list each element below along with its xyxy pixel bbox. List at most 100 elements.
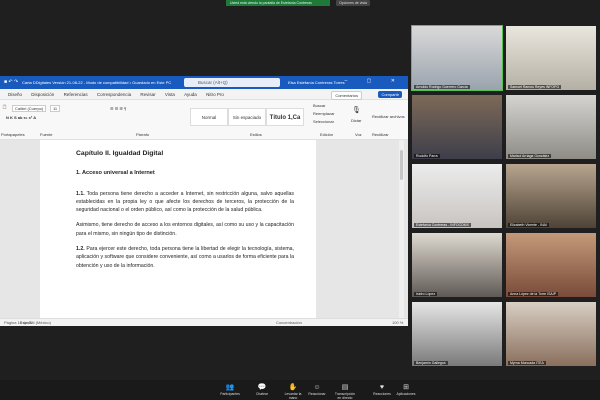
transcription-label: Transcripción en directo [334,392,356,400]
participant-tile[interactable]: Isidro López [411,232,503,298]
style-normal[interactable]: Normal [190,108,228,126]
chat-button[interactable]: 💬 Chatear [250,383,274,396]
style-sin-espaciado[interactable]: Sin espaciado [228,108,266,126]
scroll-thumb[interactable] [400,150,403,180]
save-icon[interactable]: ■ ↶ ↷ [4,79,18,85]
participant-name: Samuel Ramos Reyes INFOPO [508,85,562,89]
word-menu: Diseño Disposición Referencias Correspon… [0,89,408,100]
comments-button[interactable]: Comentarios [331,91,362,100]
label-parrafo: Párrafo [136,132,150,137]
participant-tile[interactable]: Rodolfo Parra [411,94,503,160]
word-title-bar: ■ ↶ ↷ Carta DDigitales Versión 21-08-22 … [0,76,408,89]
apps-button[interactable]: ⊞ Aplicaciones [394,383,418,396]
paragraph-3: 1.2. Para ejercer este derecho, toda per… [76,245,294,270]
share-button[interactable]: Compartir [378,91,402,98]
meeting-toolbar: 👥 Participantes 💬 Chatear ✋ Levantar la man… [0,380,600,400]
focus-button[interactable]: Concentración [276,320,302,325]
word-window: ■ ↶ ↷ Carta DDigitales Versión 21-08-22 … [0,76,408,326]
select-button[interactable]: Seleccionar [313,119,334,124]
paragraph-3-number: 1.2. [76,246,85,253]
react-label: Reaccionar [308,392,326,396]
menu-correspondencia[interactable]: Correspondencia [97,89,131,100]
hand-icon: ✋ [288,384,298,391]
paragraph-3-text: Para ejercer este derecho, toda persona … [76,246,294,269]
font-select[interactable]: Calibri (Cuerpo) [12,105,47,112]
reactions-icon: ♥ [379,384,385,391]
participant-name: Myrna Moncada ITEA [508,361,546,365]
paragraph-1-text: Toda persona tiene derecho a acceder a I… [76,190,294,214]
participant-name: Benjamín Gallegos [414,361,448,365]
menu-revisar[interactable]: Revisar [140,89,155,100]
apps-label: Aplicaciones [396,392,416,396]
raise-hand-button[interactable]: ✋ Levantar la mano [281,383,305,400]
participant-name: Estefanía Contreras - INFOCDMX [414,223,471,227]
screen-share-notice: Usted está viendo la pantalla de Estefan… [226,0,330,6]
participant-tile[interactable]: Estefanía Contreras - INFOCDMX [411,163,503,229]
status-bar: Página 10 de 32 Español (México) Concent… [0,318,408,326]
label-portapapeles: Portapapeles [1,132,25,137]
format-icons[interactable]: N K S ab x₂ x² A [6,115,36,120]
menu-vista[interactable]: Vista [165,89,175,100]
language-indicator[interactable]: Español (México) [20,320,51,325]
participants-button[interactable]: 👥 Participantes [218,383,242,396]
label-fuente: Fuente [40,132,53,137]
chat-icon: 💬 [257,384,267,391]
microphone-icon[interactable]: 🎙 [352,106,361,114]
participant-tile[interactable]: Arnoldo Rodrigo Guerrero García [411,25,503,91]
label-edicion: Edición [320,132,334,137]
participant-tile[interactable]: Benjamín Gallegos [411,301,503,367]
label-reutilizar: Reutilizar [372,132,389,137]
participant-name: Arnoldo Rodrigo Guerrero García [414,85,470,89]
dictate-button[interactable]: Dictar [351,118,361,123]
menu-ayuda[interactable]: Ayuda [184,89,197,100]
menu-nitro[interactable]: Nitro Pro [206,89,224,100]
participant-name: Anna López de la Torre ISAIP [508,292,559,296]
participant-name: Marisol Arriaga González [508,154,552,158]
menu-diseno[interactable]: Diseño [8,89,22,100]
menu-disposicion[interactable]: Disposición [31,89,54,100]
participant-gallery: Arnoldo Rodrigo Guerrero García Samuel R… [411,25,600,375]
paragraph-2: Asimismo, tiene derecho de acceso a los … [76,222,294,237]
participant-tile[interactable]: Samuel Ramos Reyes INFOPO [505,25,597,91]
participant-tile[interactable]: Anna López de la Torre ISAIP [505,232,597,298]
document-title: Carta DDigitales Versión 21-08-22 - Modo… [22,80,172,85]
label-estilos: Estilos [250,132,262,137]
raise-hand-label: Levantar la mano [284,392,302,400]
react-button[interactable]: ☺ Reaccionar [305,383,329,396]
document-area[interactable]: Capítulo II. Igualdad Digital 1. Acceso … [0,140,408,318]
paragraph-1: 1.1. Toda persona tiene derecho a accede… [76,190,294,215]
participant-tile[interactable]: Elizabeth Vicente - INAI [505,163,597,229]
section-heading: 1. Acceso universal a Internet [76,170,155,177]
zoom-level[interactable]: 100 % [392,320,403,325]
user-name[interactable]: Elsa Estefanía Contreras Torres [288,80,345,85]
document-page[interactable]: Capítulo II. Igualdad Digital 1. Acceso … [40,140,316,318]
apps-icon: ⊞ [403,384,409,391]
participant-tile[interactable]: Marisol Arriaga González [505,94,597,160]
reactions-label: Reacciones [373,392,391,396]
paste-icon[interactable]: 📋 [2,104,7,109]
style-titulo[interactable]: Título 1,Ca [266,108,304,126]
word-search-input[interactable]: Buscar (Alt+Q) [184,78,280,87]
react-icon: ☺ [313,384,321,391]
chat-label: Chatear [255,392,269,396]
reactions-button[interactable]: ♥ Reacciones [370,383,394,396]
participants-label: Participantes [220,392,240,396]
ribbon: 📋 Calibri (Cuerpo) 11 N K S ab x₂ x² A P… [0,100,408,140]
participants-icon: 👥 [225,384,235,391]
menu-referencias[interactable]: Referencias [64,89,88,100]
participant-name: Isidro López [414,292,438,296]
find-button[interactable]: Buscar [313,103,325,108]
share-bar: Usted está viendo la pantalla de Estefan… [0,0,600,8]
window-controls[interactable]: – ▢ ✕ [345,78,404,84]
font-size-select[interactable]: 11 [50,105,61,112]
replace-button[interactable]: Reemplazar [313,111,335,116]
participant-name: Rodolfo Parra [414,154,440,158]
reuse-files-button[interactable]: Reutilizar archivos [372,114,405,119]
participant-tile[interactable]: Myrna Moncada ITEA [505,301,597,367]
vertical-scrollbar[interactable] [399,140,404,318]
paragraph-1-number: 1.1. [76,190,85,197]
transcription-icon: ▤ [341,384,349,391]
transcription-button[interactable]: ▤ Transcripción en directo [333,383,357,400]
view-options-button[interactable]: Opciones de vista [336,0,370,6]
paragraph-icons[interactable]: ☰ ☰ ☰ ¶ [110,106,126,111]
